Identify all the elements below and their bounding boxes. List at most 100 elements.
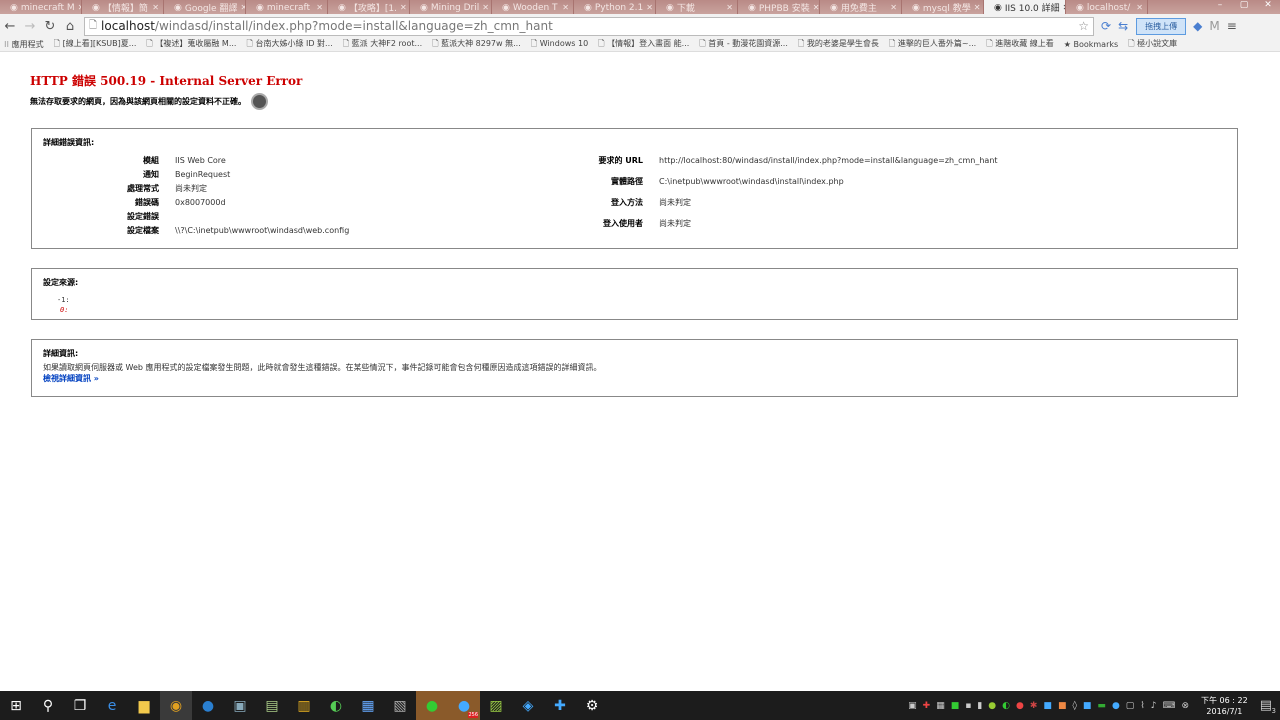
bookmark-item[interactable]: 🗋 藍派 大神F2 root...: [343, 38, 422, 51]
defender-icon[interactable]: ✚: [544, 691, 576, 720]
tray-icon[interactable]: ▣: [908, 701, 917, 711]
app-icon[interactable]: ▤: [256, 691, 288, 720]
bookmark-item[interactable]: ★ Bookmarks: [1064, 40, 1118, 49]
tray-icon[interactable]: ◊: [1072, 701, 1076, 711]
bookmark-item[interactable]: 🗋 【複述】蒐收屬融 M...: [146, 38, 236, 51]
bookmark-item[interactable]: 🗋 Windows 10: [531, 38, 588, 51]
app-icon[interactable]: ▨: [480, 691, 512, 720]
bookmark-item[interactable]: 🗋 進階收藏 線上看: [986, 38, 1054, 51]
home-button[interactable]: ⌂: [60, 19, 80, 34]
search-icon[interactable]: ⚲: [32, 691, 64, 720]
chrome-icon[interactable]: ◉: [160, 691, 192, 720]
tray-icon[interactable]: ✚: [923, 701, 931, 711]
app-icon[interactable]: ●: [192, 691, 224, 720]
volume-icon[interactable]: ♪: [1151, 701, 1157, 711]
tray-icon[interactable]: ▪: [965, 701, 971, 711]
tray-icon[interactable]: ■: [951, 701, 960, 711]
tray-icon[interactable]: ■: [1058, 701, 1067, 711]
tab-close-icon[interactable]: ✕: [152, 3, 159, 12]
browser-tab[interactable]: ◉ Python 2.1 ✕: [574, 0, 656, 14]
translate-extension-icon[interactable]: ⇆: [1118, 19, 1128, 33]
tab-title: 下載: [676, 4, 695, 14]
reload-button[interactable]: ↻: [40, 19, 60, 34]
bookmark-item[interactable]: 🗋 台南大姊小綠 ID 對...: [246, 38, 332, 51]
tab-close-icon[interactable]: ✕: [646, 3, 653, 12]
close-window-button[interactable]: ✕: [1256, 0, 1280, 14]
keyboard-icon[interactable]: ⌨: [1162, 701, 1175, 711]
app-icon[interactable]: ▥: [288, 691, 320, 720]
browser-tab[interactable]: ◉IIS 10.0 詳細✕: [984, 0, 1066, 14]
app-icon[interactable]: ◐: [320, 691, 352, 720]
browser-tab[interactable]: ◉ 【情報】簡 ✕: [82, 0, 164, 14]
maximize-button[interactable]: ▢: [1232, 0, 1256, 14]
tab-close-icon[interactable]: ✕: [813, 3, 819, 12]
bookmark-item[interactable]: 🗋 【情報】登入畫面 能...: [598, 38, 689, 51]
tab-close-icon[interactable]: ✕: [726, 3, 733, 12]
browser-tab[interactable]: ◉ localhost/ ✕: [1066, 0, 1148, 14]
task-view-icon[interactable]: ❐: [64, 691, 96, 720]
browser-tab[interactable]: ◉ Mining Dril ✕: [410, 0, 492, 14]
bookmark-item[interactable]: 🗋 首頁 - 動漫花園資源...: [699, 38, 788, 51]
browser-tab[interactable]: ◉minecraft M✕: [0, 0, 82, 14]
upload-app-icon[interactable]: ◈: [512, 691, 544, 720]
view-more-info-link[interactable]: 檢視詳細資訊 »: [43, 374, 99, 383]
settings-icon[interactable]: ⚙: [576, 691, 608, 720]
address-bar[interactable]: 🗋 localhost/windasd/install/index.php?mo…: [84, 16, 1094, 36]
browser-tab[interactable]: ◉ PHPBB 安裝 ✕: [738, 0, 820, 14]
bookmark-item[interactable]: 🗋 進擊的巨人番外篇~...: [889, 38, 976, 51]
telegram-icon[interactable]: ● 256: [448, 691, 480, 720]
tray-icon[interactable]: ◐: [1002, 701, 1010, 711]
network-icon[interactable]: ⌇: [1140, 701, 1144, 711]
tray-icon[interactable]: ●: [1112, 701, 1120, 711]
tray-icon[interactable]: ▬: [1097, 701, 1106, 711]
app-icon[interactable]: ▣: [224, 691, 256, 720]
upload-button[interactable]: 拖拽上傳: [1136, 17, 1187, 35]
tray-icon[interactable]: ■: [1043, 701, 1052, 711]
bookmark-item[interactable]: 🗋 藍派大神 8297w 無...: [432, 38, 521, 51]
bookmark-item[interactable]: ⁝⁝ 應用程式: [4, 39, 44, 50]
tab-close-icon[interactable]: ✕: [316, 3, 323, 12]
start-icon[interactable]: ⊞: [0, 691, 32, 720]
sync-extension-icon[interactable]: ⟳: [1101, 19, 1111, 33]
minimize-button[interactable]: –: [1208, 0, 1232, 14]
tab-close-icon[interactable]: ✕: [890, 3, 897, 12]
bookmark-item[interactable]: 🗋 [線上看][KSUB]夏...: [54, 38, 137, 51]
tray-icon[interactable]: ▮: [977, 701, 982, 711]
profile-avatar[interactable]: M: [1209, 19, 1219, 33]
tab-close-icon[interactable]: ✕: [974, 3, 981, 12]
forward-button[interactable]: →: [20, 19, 40, 34]
tab-close-icon[interactable]: ✕: [562, 3, 569, 12]
browser-tab[interactable]: ◉ 用免費主 ✕: [820, 0, 902, 14]
browser-tab[interactable]: ◉Google 翻譯✕: [164, 0, 246, 14]
action-center-icon[interactable]: ▤ 3: [1260, 698, 1276, 715]
tray-icon[interactable]: ●: [1016, 701, 1024, 711]
tab-close-icon[interactable]: ✕: [482, 3, 489, 12]
app-icon[interactable]: ▧: [384, 691, 416, 720]
tray-icon[interactable]: ■: [1083, 701, 1092, 711]
tray-icon[interactable]: ●: [988, 701, 996, 711]
tab-close-icon[interactable]: ✕: [400, 3, 407, 12]
line-icon[interactable]: ●: [416, 691, 448, 720]
tab-close-icon[interactable]: ✕: [1136, 3, 1143, 12]
extension-icon[interactable]: ◆: [1193, 19, 1202, 33]
tray-icon[interactable]: ▢: [1126, 701, 1135, 711]
file-explorer-icon[interactable]: ▆: [128, 691, 160, 720]
tray-icon[interactable]: ▦: [936, 701, 945, 711]
menu-icon[interactable]: ≡: [1227, 19, 1237, 33]
browser-tab[interactable]: ◉ 【攻略】[1. ✕: [328, 0, 410, 14]
browser-tab[interactable]: ◉ minecraft ✕: [246, 0, 328, 14]
browser-tab[interactable]: ◉ mysql 教學 ✕: [902, 0, 984, 14]
browser-tab[interactable]: ◉ Wooden T ✕: [492, 0, 574, 14]
close-circle-icon[interactable]: ⊗: [1181, 701, 1189, 711]
star-icon[interactable]: ☆: [1078, 19, 1089, 33]
app-icon[interactable]: ▦: [352, 691, 384, 720]
browser-tab[interactable]: ◉ 下載 ✕: [656, 0, 738, 14]
browser-toolbar: ← → ↻ ⌂ 🗋 localhost/windasd/install/inde…: [0, 14, 1280, 38]
tab-title: IIS 10.0 詳細: [1004, 4, 1060, 14]
back-button[interactable]: ←: [0, 19, 20, 34]
tray-icon[interactable]: ✱: [1030, 701, 1038, 711]
bookmark-item[interactable]: 🗋 我的老婆是學生會長: [798, 38, 879, 51]
edge-icon[interactable]: e: [96, 691, 128, 720]
bookmark-item[interactable]: 🗋 極小說文庫: [1128, 38, 1177, 51]
clock[interactable]: 下午 06 : 22 2016/7/1: [1201, 695, 1248, 717]
